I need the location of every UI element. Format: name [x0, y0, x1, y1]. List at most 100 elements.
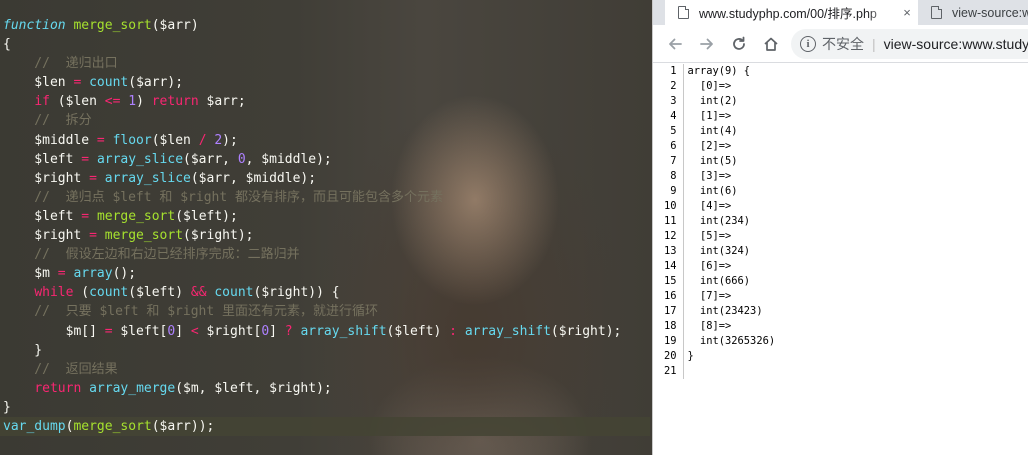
source-line: 21: [653, 364, 775, 379]
back-button[interactable]: [659, 28, 691, 60]
line-text: int(234): [687, 215, 751, 227]
line-number: 21: [653, 364, 684, 379]
code-line[interactable]: // 递归出口: [3, 54, 650, 73]
tab-close-button[interactable]: ×: [896, 5, 918, 20]
code-line[interactable]: // 只要 $left 和 $right 里面还有元素，就进行循环: [3, 302, 650, 321]
line-number: 17: [653, 304, 684, 319]
source-line: 20}: [653, 349, 775, 364]
source-line: 8 [3]=>: [653, 169, 775, 184]
line-text: [5]=>: [687, 230, 732, 242]
line-number: 7: [653, 154, 684, 169]
code-line[interactable]: return array_merge($m, $left, $right);: [3, 379, 650, 398]
code-line[interactable]: }: [3, 398, 650, 417]
code-line[interactable]: $right = merge_sort($right);: [3, 226, 650, 245]
line-number: 6: [653, 139, 684, 154]
browser-toolbar: i 不安全 | view-source:www.studyphp.com/00/…: [653, 25, 1028, 63]
line-number: 2: [653, 79, 684, 94]
code-line[interactable]: while (count($left) && count($right)) {: [3, 283, 650, 302]
line-number: 16: [653, 289, 684, 304]
source-line: 5 int(4): [653, 124, 775, 139]
forward-arrow-icon: [700, 38, 713, 49]
browser-window: www.studyphp.com/00/排序.php × view-source…: [652, 0, 1028, 455]
code-line[interactable]: $len = count($arr);: [3, 73, 650, 92]
source-line: 10 [4]=>: [653, 199, 775, 214]
info-icon[interactable]: i: [800, 36, 816, 52]
line-number: 11: [653, 214, 684, 229]
line-number: 13: [653, 244, 684, 259]
home-icon: [764, 37, 778, 51]
tab-view-source[interactable]: view-source:www.studyphp.com: [918, 0, 1028, 25]
tab-title: view-source:www.studyphp.com: [952, 5, 1028, 20]
security-status[interactable]: 不安全: [822, 34, 864, 54]
code-line[interactable]: // 假设左边和右边已经排序完成：二路归并: [3, 245, 650, 264]
source-line: 4 [1]=>: [653, 109, 775, 124]
line-number: 14: [653, 259, 684, 274]
source-line: 16 [7]=>: [653, 289, 775, 304]
code-line[interactable]: {: [3, 35, 650, 54]
page-icon: [678, 6, 689, 19]
url-text[interactable]: view-source:www.studyphp.com/00/排序.php: [884, 34, 1028, 54]
reload-button[interactable]: [723, 28, 755, 60]
line-text: int(6): [687, 185, 738, 197]
line-number: 9: [653, 184, 684, 199]
source-line: 6 [2]=>: [653, 139, 775, 154]
tab-title: www.studyphp.com/00/排序.php: [699, 7, 877, 21]
source-line: 7 int(5): [653, 154, 775, 169]
code-line[interactable]: var_dump(merge_sort($arr));: [0, 416, 650, 437]
tab-active-page[interactable]: www.studyphp.com/00/排序.php ×: [665, 0, 918, 25]
line-text: [683, 364, 775, 379]
view-source-content[interactable]: 1 array(9) {2 [0]=> 3 int(2) 4 [1]=> 5 int(4…: [653, 64, 1028, 455]
code-line[interactable]: $left = merge_sort($left);: [3, 207, 650, 226]
code-line[interactable]: // 递归点 $left 和 $right 都没有排序，而且可能包含多个元素: [3, 188, 650, 207]
line-number: 20: [653, 349, 684, 364]
line-text: [4]=>: [687, 200, 732, 212]
source-line: 19 int(3265326): [653, 334, 775, 349]
page-icon: [931, 6, 942, 19]
source-line: 12 [5]=>: [653, 229, 775, 244]
code-line[interactable]: $m = array();: [3, 264, 650, 283]
line-text: int(23423): [687, 305, 763, 317]
line-text: [8]=>: [687, 320, 732, 332]
line-number: 4: [653, 109, 684, 124]
separator: |: [872, 36, 876, 52]
code-line[interactable]: $left = array_slice($arr, 0, $middle);: [3, 150, 650, 169]
code-line[interactable]: $right = array_slice($arr, $middle);: [3, 169, 650, 188]
line-number: 3: [653, 94, 684, 109]
code-line[interactable]: }: [3, 341, 650, 360]
line-text: int(2): [687, 95, 738, 107]
tab-strip: www.studyphp.com/00/排序.php × view-source…: [653, 0, 1028, 25]
line-number: 18: [653, 319, 684, 334]
source-line: 14 [6]=>: [653, 259, 775, 274]
line-text: int(4): [687, 125, 738, 137]
line-text: int(666): [687, 275, 751, 287]
line-text: [7]=>: [687, 290, 732, 302]
line-text: [0]=>: [687, 80, 732, 92]
line-text: int(324): [687, 245, 751, 257]
source-line: 2 [0]=>: [653, 79, 775, 94]
line-text: [2]=>: [687, 140, 732, 152]
source-line: 1 array(9) {: [653, 64, 775, 79]
line-number: 19: [653, 334, 684, 349]
home-button[interactable]: [755, 28, 787, 60]
source-line: 17 int(23423): [653, 304, 775, 319]
code-line[interactable]: // 返回结果: [3, 360, 650, 379]
line-number: 8: [653, 169, 684, 184]
code-line[interactable]: function merge_sort($arr): [3, 16, 650, 35]
address-bar[interactable]: i 不安全 | view-source:www.studyphp.com/00/…: [791, 29, 1028, 59]
code-line[interactable]: if ($len <= 1) return $arr;: [3, 92, 650, 111]
code-line[interactable]: // 拆分: [3, 111, 650, 130]
line-text: int(5): [687, 155, 738, 167]
code-line[interactable]: $middle = floor($len / 2);: [3, 131, 650, 150]
source-line: 18 [8]=>: [653, 319, 775, 334]
source-line: 3 int(2): [653, 94, 775, 109]
forward-button[interactable]: [691, 28, 723, 60]
code-editor[interactable]: function merge_sort($arr){ // 递归出口 $len …: [0, 0, 652, 455]
source-line: 11 int(234): [653, 214, 775, 229]
code-area[interactable]: function merge_sort($arr){ // 递归出口 $len …: [0, 16, 650, 437]
line-number: 15: [653, 274, 684, 289]
code-line[interactable]: $m[] = $left[0] < $right[0] ? array_shif…: [3, 322, 650, 341]
line-text: array(9) {: [687, 65, 751, 77]
line-number: 1: [653, 64, 684, 79]
line-number: 12: [653, 229, 684, 244]
reload-icon: [733, 36, 745, 50]
